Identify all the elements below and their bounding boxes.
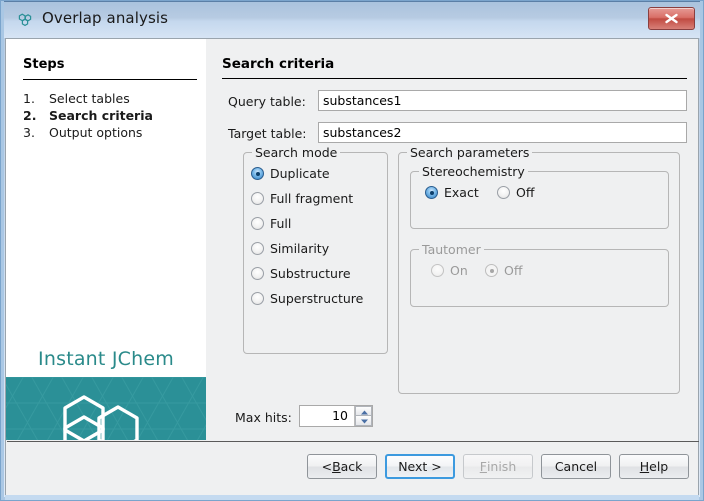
target-table-input[interactable]: substances2	[318, 122, 687, 143]
search-parameters-group: Search parameters Stereochemistry Exact …	[398, 152, 680, 394]
max-hits-spin-buttons[interactable]	[354, 406, 372, 426]
steps-list: 1. Select tables 2. Search criteria 3. O…	[23, 91, 203, 142]
close-icon	[663, 11, 680, 26]
radio-superstructure-label: Superstructure	[270, 291, 363, 306]
radio-tautomer-off-indicator	[485, 264, 498, 277]
button-row: < Back Next > Finish Cancel Help	[307, 454, 689, 479]
step-item-3: 3. Output options	[23, 125, 203, 142]
radio-stereo-off-label: Off	[516, 185, 534, 200]
tautomer-group-title: Tautomer	[419, 242, 484, 257]
chevron-down-icon	[360, 419, 369, 424]
cancel-button[interactable]: Cancel	[541, 454, 611, 479]
target-table-label: Target table:	[228, 126, 307, 141]
title-bar[interactable]: Overlap analysis	[4, 1, 700, 38]
radio-stereo-off[interactable]: Off	[497, 185, 534, 200]
radio-stereo-exact[interactable]: Exact	[425, 185, 479, 200]
max-hits-spinner[interactable]: 10	[299, 405, 373, 427]
radio-tautomer-off-label: Off	[504, 263, 522, 278]
radio-duplicate-label: Duplicate	[270, 166, 330, 181]
steps-panel: Steps 1. Select tables 2. Search criteri…	[6, 39, 206, 494]
steps-heading: Steps	[23, 57, 64, 72]
max-hits-label: Max hits:	[235, 410, 292, 425]
window-title: Overlap analysis	[42, 9, 168, 27]
radio-full-indicator[interactable]	[251, 217, 264, 230]
steps-heading-rule	[23, 79, 197, 80]
max-hits-increment-button[interactable]	[355, 406, 372, 416]
radio-tautomer-on-label: On	[450, 263, 468, 278]
radio-duplicate-indicator[interactable]	[251, 167, 264, 180]
radio-full-fragment-label: Full fragment	[270, 191, 353, 206]
page-title-rule	[222, 78, 687, 79]
cancel-button-label: Cancel	[555, 459, 597, 474]
page-title: Search criteria	[222, 56, 334, 72]
close-button[interactable]	[648, 7, 695, 30]
hexagon-cluster-icon	[16, 11, 34, 29]
radio-full-label: Full	[270, 216, 291, 231]
radio-substructure-label: Substructure	[270, 266, 351, 281]
help-button-suffix: elp	[649, 459, 668, 474]
radio-similarity[interactable]: Similarity	[251, 241, 329, 256]
step-label: Output options	[49, 125, 142, 140]
next-button-label: Next >	[398, 459, 442, 474]
back-button-prefix: <	[322, 459, 332, 474]
tautomer-group: Tautomer On Off	[410, 249, 669, 307]
step-label: Select tables	[49, 91, 130, 106]
step-number: 1.	[23, 91, 45, 106]
max-hits-value[interactable]: 10	[300, 406, 352, 426]
help-button[interactable]: Help	[619, 454, 689, 479]
query-table-label: Query table:	[228, 94, 306, 109]
brand-wordmark: Instant JChem	[6, 348, 206, 370]
radio-stereo-exact-indicator[interactable]	[425, 186, 438, 199]
window-bottom-edge	[5, 495, 699, 500]
title-bar-top-line	[4, 1, 700, 2]
finish-button-mnemonic: F	[480, 459, 487, 474]
radio-similarity-indicator[interactable]	[251, 242, 264, 255]
step-label: Search criteria	[49, 108, 153, 123]
chevron-up-icon	[360, 410, 369, 415]
dialog-client-area: Steps 1. Select tables 2. Search criteri…	[5, 38, 699, 495]
radio-similarity-label: Similarity	[270, 241, 329, 256]
max-hits-decrement-button[interactable]	[355, 416, 372, 426]
radio-tautomer-on: On	[431, 263, 468, 278]
radio-substructure[interactable]: Substructure	[251, 266, 351, 281]
next-button[interactable]: Next >	[385, 454, 455, 479]
radio-full-fragment[interactable]: Full fragment	[251, 191, 353, 206]
stereochemistry-group-title: Stereochemistry	[419, 164, 528, 179]
radio-tautomer-on-indicator	[431, 264, 444, 277]
dialog-button-bar: < Back Next > Finish Cancel Help	[5, 440, 699, 495]
overlap-analysis-dialog: Overlap analysis Steps 1. Select tables	[0, 0, 704, 501]
finish-button: Finish	[463, 454, 533, 479]
radio-duplicate[interactable]: Duplicate	[251, 166, 330, 181]
radio-stereo-off-indicator[interactable]	[497, 186, 510, 199]
radio-full-fragment-indicator[interactable]	[251, 192, 264, 205]
radio-stereo-exact-label: Exact	[444, 185, 479, 200]
radio-full[interactable]: Full	[251, 216, 291, 231]
finish-button-suffix: inish	[487, 459, 516, 474]
search-mode-group: Search mode Duplicate Full fragment Full…	[243, 152, 388, 354]
radio-superstructure-indicator[interactable]	[251, 292, 264, 305]
query-table-input[interactable]: substances1	[318, 90, 687, 111]
radio-superstructure[interactable]: Superstructure	[251, 291, 363, 306]
step-number: 3.	[23, 125, 45, 140]
back-button[interactable]: < Back	[307, 454, 377, 479]
help-button-mnemonic: H	[640, 459, 649, 474]
content-panel: Search criteria Query table: substances1…	[206, 39, 698, 494]
radio-tautomer-off: Off	[485, 263, 522, 278]
back-button-mnemonic: B	[332, 459, 341, 474]
button-bar-separator	[7, 441, 699, 442]
back-button-suffix: ack	[341, 459, 363, 474]
radio-substructure-indicator[interactable]	[251, 267, 264, 280]
step-item-1: 1. Select tables	[23, 91, 203, 108]
search-mode-group-title: Search mode	[252, 145, 340, 160]
step-item-2: 2. Search criteria	[23, 108, 203, 125]
stereochemistry-group: Stereochemistry Exact Off	[410, 171, 669, 229]
search-parameters-group-title: Search parameters	[407, 145, 532, 160]
step-number: 2.	[23, 108, 45, 123]
